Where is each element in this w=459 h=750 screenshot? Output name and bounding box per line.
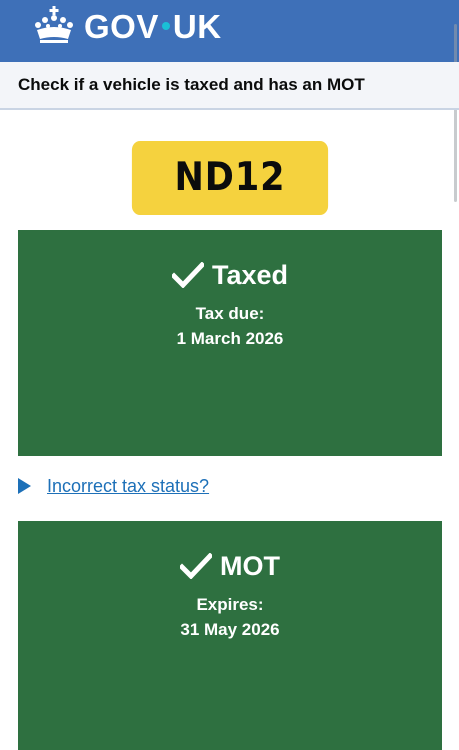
incorrect-tax-details[interactable]: Incorrect tax status? [18, 474, 209, 498]
mot-status-heading: MOT [18, 549, 442, 583]
govuk-logo-text[interactable]: GOV UK [84, 6, 222, 48]
service-bar: Check if a vehicle is taxed and has an M… [0, 62, 459, 110]
incorrect-tax-link[interactable]: Incorrect tax status? [47, 476, 209, 497]
logo-text-gov: GOV [84, 8, 159, 45]
check-icon [180, 553, 212, 579]
logo-text-uk: UK [172, 8, 222, 45]
scrollbar[interactable] [454, 24, 457, 202]
tax-status-panel: Taxed Tax due: 1 March 2026 [18, 230, 442, 456]
disclosure-triangle-icon [18, 478, 31, 494]
govuk-header: GOV UK [0, 0, 459, 202]
mot-expiry-date: 31 May 2026 [180, 620, 280, 639]
tax-due-date: 1 March 2026 [176, 329, 284, 348]
tax-due-label: Tax due: [195, 304, 265, 323]
registration-plate: ND12 HKT [131, 141, 329, 274]
logo-dot [161, 22, 170, 31]
service-name[interactable]: Check if a vehicle is taxed and has an M… [18, 75, 365, 95]
crown-icon [35, 6, 73, 43]
mot-expires-label: Expires: [196, 595, 264, 614]
mot-status-text: MOT [220, 550, 280, 581]
mot-status-panel: MOT Expires: 31 May 2026 [18, 521, 442, 750]
check-icon [171, 262, 204, 288]
tax-status-text: Taxed [211, 259, 289, 290]
tax-status-heading: Taxed [18, 258, 442, 292]
